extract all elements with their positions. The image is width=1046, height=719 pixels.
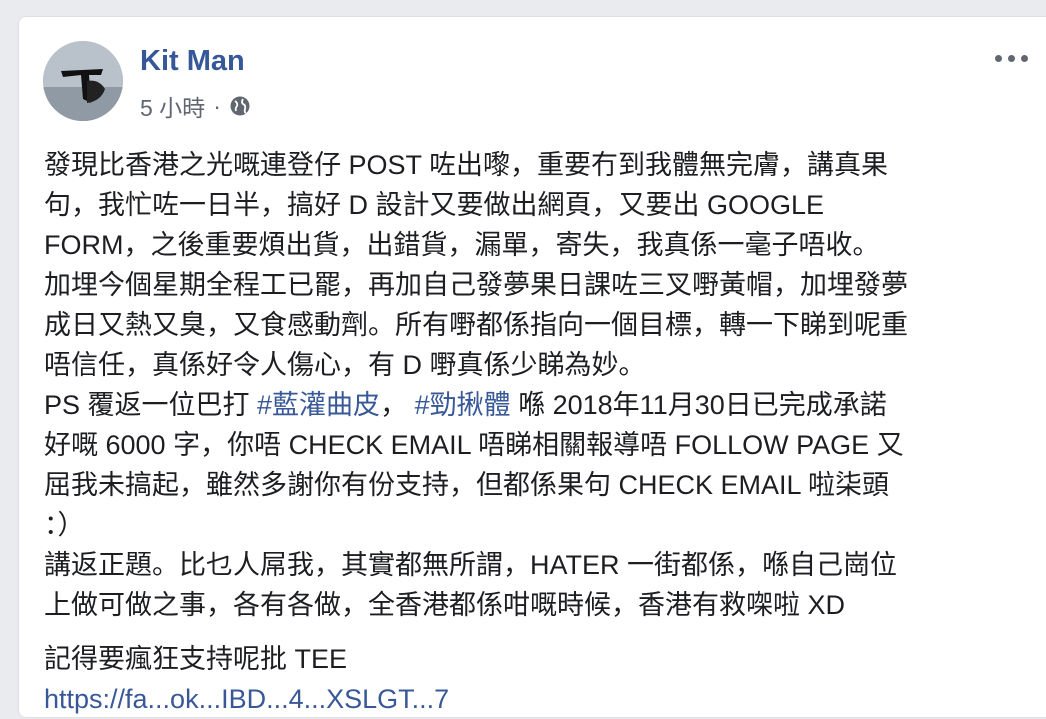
post-meta: 5 小時 · bbox=[140, 89, 251, 123]
globe-icon[interactable] bbox=[229, 95, 251, 117]
post-line: 發現比香港之光嘅連登仔 POST 咗出嚟，重要冇到我體無完膚，講真果 bbox=[44, 150, 889, 180]
ps-line: PS 覆返一位巴打 #藍灌曲皮， #勁揪體 喺 2018年11月30日已完成承諾 bbox=[44, 385, 1034, 425]
hashtag-link[interactable]: #勁揪體 bbox=[415, 390, 511, 420]
avatar-image bbox=[43, 41, 123, 121]
post-line: 成日又熱又臭，又食感動劑。所有嘢都係指向一個目標，轉一下睇到呢重 bbox=[44, 310, 908, 340]
meta-separator: · bbox=[213, 92, 221, 119]
post-line: 講返正題。比乜人屌我，其實都無所謂，HATER 一街都係，喺自己崗位 bbox=[44, 550, 898, 580]
post-line: 上做可做之事，各有各做，全香港都係咁嘅時候，香港有救㗎啦 XD bbox=[44, 590, 846, 620]
post-line: 記得要瘋狂支持呢批 TEE bbox=[44, 644, 348, 674]
ps-suffix: 喺 2018年11月30日已完成承諾 bbox=[510, 390, 887, 420]
post-line: ：） bbox=[44, 510, 85, 540]
ps-prefix: PS 覆返一位巴打 bbox=[44, 390, 258, 420]
more-options-icon[interactable] bbox=[995, 51, 1031, 65]
post-body: 發現比香港之光嘅連登仔 POST 咗出嚟，重要冇到我體無完膚，講真果 句，我忙咗… bbox=[44, 145, 1034, 719]
post-line: 屈我未搞起，雖然多謝你有份支持，但都係果句 CHECK EMAIL 啦柒頭 bbox=[44, 470, 890, 500]
author-avatar[interactable] bbox=[43, 41, 123, 121]
post-line: FORM，之後重要煩出貨，出錯貨，漏單，寄失，我真係一毫子唔收。 bbox=[44, 230, 880, 260]
post-url-link[interactable]: https://fa...ok...IBD...4...XSLGT...7 bbox=[44, 679, 1034, 719]
post-line: 句，我忙咗一日半，搞好 D 設計又要做出網頁，又要出 GOOGLE bbox=[44, 190, 825, 220]
post-line: 加埋今個星期全程工已罷，再加自己發夢果日課咗三叉嘢黃帽，加埋發夢 bbox=[44, 270, 908, 300]
post-card: Kit Man 5 小時 · 發現比香港之光嘅連登仔 POST 咗出嚟，重要冇到… bbox=[18, 16, 1046, 718]
post-line: 好嘅 6000 字，你唔 CHECK EMAIL 唔睇相關報導唔 FOLLOW … bbox=[44, 430, 904, 460]
author-name[interactable]: Kit Man bbox=[140, 45, 245, 78]
hashtag-link[interactable]: #藍灌曲皮 bbox=[257, 390, 380, 420]
ps-separator: ， bbox=[380, 390, 415, 420]
post-line: 唔信任，真係好令人傷心，有 D 嘢真係少睇為妙。 bbox=[44, 350, 646, 380]
post-timestamp[interactable]: 5 小時 bbox=[140, 89, 205, 123]
